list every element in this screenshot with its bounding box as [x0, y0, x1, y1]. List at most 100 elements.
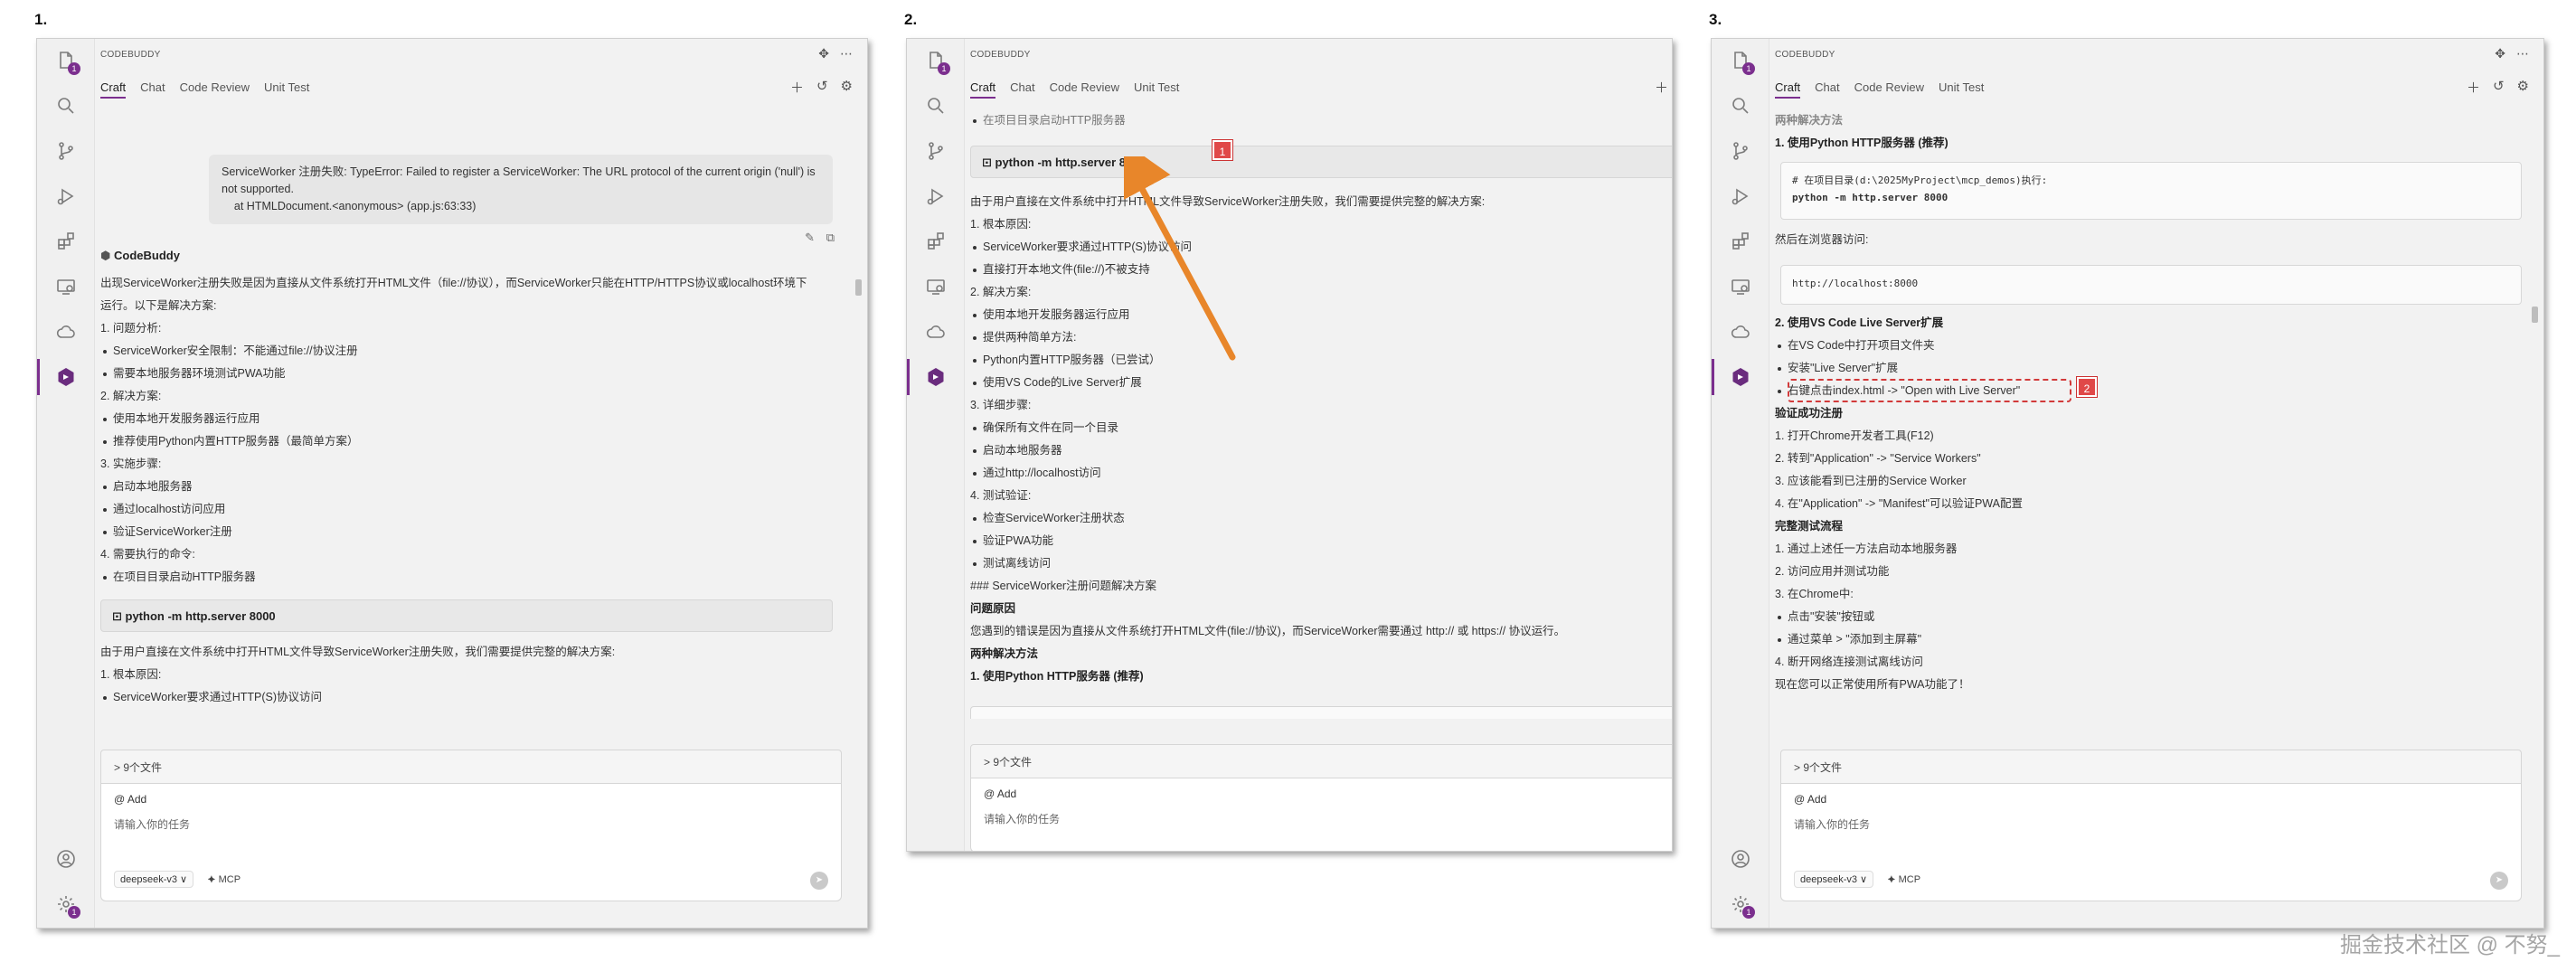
files-icon[interactable]: 1 — [1730, 50, 1755, 75]
cloud-icon[interactable] — [55, 321, 77, 343]
codebuddy-icon[interactable] — [925, 366, 947, 388]
mcp-button[interactable]: ⯌ MCP — [208, 874, 241, 886]
files-bar[interactable]: > 9个文件 — [1780, 750, 2522, 784]
pin-icon[interactable]: ✥ — [818, 46, 829, 61]
source-control-icon[interactable] — [55, 140, 77, 162]
mcp-button[interactable]: ⯌ MCP — [1888, 874, 1920, 886]
task-input-placeholder[interactable]: 请输入你的任务 — [114, 816, 190, 832]
extensions-icon[interactable] — [55, 231, 77, 252]
model-selector[interactable]: deepseek-v3 ∨ — [114, 871, 194, 888]
run-debug-icon[interactable] — [55, 185, 77, 207]
search-icon[interactable] — [925, 95, 947, 117]
new-chat-icon[interactable]: ＋ — [2467, 78, 2480, 97]
add-context-button[interactable]: @ Add — [1794, 793, 1826, 806]
command-block[interactable]: ⊡ python -m http.server 8000 — [100, 599, 833, 632]
user-message-line: ServiceWorker 注册失败: TypeError: Failed to… — [222, 165, 816, 178]
remote-icon[interactable] — [55, 276, 77, 297]
remote-icon[interactable] — [1730, 276, 1751, 297]
code-line: python -m http.server 8000 — [1792, 192, 1949, 203]
search-icon[interactable] — [1730, 95, 1751, 117]
tab-craft[interactable]: Craft — [1775, 80, 1801, 99]
list-item: ServiceWorker要求通过HTTP(S)协议访问 — [100, 686, 860, 709]
tab-code-review[interactable]: Code Review — [1050, 80, 1119, 99]
new-chat-icon[interactable]: ＋ — [1655, 78, 1668, 97]
run-debug-icon[interactable] — [1730, 185, 1751, 207]
extensions-icon[interactable] — [925, 231, 947, 252]
list-item: 通过菜单 > "添加到主屏幕" — [1775, 628, 2534, 651]
settings-icon[interactable]: ⚙ — [2517, 78, 2529, 97]
tab-code-review[interactable]: Code Review — [180, 80, 250, 99]
notification-badge: 1 — [1742, 906, 1755, 919]
screenshot-panel-1: 11 CODEBUDDY ✥ ⋯ Craft Chat Code Review Uni… — [36, 38, 868, 929]
tab-craft[interactable]: Craft — [970, 80, 996, 99]
copy-icon[interactable]: ⧉ — [826, 231, 835, 245]
codebuddy-icon[interactable] — [1730, 366, 1751, 388]
account-icon[interactable] — [1730, 848, 1751, 870]
cloud-icon[interactable] — [925, 321, 947, 343]
tab-chat[interactable]: Chat — [140, 80, 165, 99]
pin-icon[interactable]: ✥ — [2495, 46, 2505, 61]
extensions-icon[interactable] — [1730, 231, 1751, 252]
history-icon[interactable]: ↺ — [2493, 78, 2505, 97]
send-button[interactable]: ➤ — [810, 872, 828, 890]
list-item: 3. 在Chrome中: — [1775, 588, 1854, 600]
brand-title: CODEBUDDY — [970, 50, 1031, 60]
brand-title: CODEBUDDY — [1775, 50, 1835, 60]
settings-icon[interactable]: 1 — [1730, 893, 1755, 919]
codebuddy-icon[interactable] — [55, 366, 77, 388]
settings-icon[interactable]: ⚙ — [841, 78, 853, 97]
tab-chat[interactable]: Chat — [1815, 80, 1839, 99]
settings-icon[interactable]: 1 — [55, 893, 80, 919]
files-bar[interactable]: > 9个文件 — [970, 744, 1672, 778]
source-control-icon[interactable] — [1730, 140, 1751, 162]
more-icon[interactable]: ⋯ — [2516, 46, 2529, 61]
tab-code-review[interactable]: Code Review — [1854, 80, 1924, 99]
list-item: 3. 实施步骤: — [100, 457, 162, 470]
scrollbar-thumb[interactable] — [855, 279, 862, 296]
run-debug-icon[interactable] — [925, 185, 947, 207]
search-icon[interactable] — [55, 95, 77, 117]
tab-chat[interactable]: Chat — [1010, 80, 1034, 99]
source-control-icon[interactable] — [925, 140, 947, 162]
task-input-placeholder[interactable]: 请输入你的任务 — [1794, 816, 1870, 832]
section-heading: 完整测试流程 — [1775, 520, 1844, 533]
add-context-button[interactable]: @ Add — [984, 788, 1016, 800]
code-block-url: http://localhost:8000 — [1780, 265, 2522, 305]
screenshot-panel-3: 1 1 CODEBUDDY ✥ ⋯ Craft Chat Code Review Uni… — [1711, 38, 2544, 929]
tab-craft[interactable]: Craft — [100, 80, 127, 99]
new-chat-icon[interactable]: ＋ — [790, 78, 804, 97]
list-item: ServiceWorker要求通过HTTP(S)协议访问 — [970, 236, 1672, 259]
code-line: http://localhost:8000 — [1792, 278, 1919, 289]
model-selector[interactable]: deepseek-v3 ∨ — [1794, 871, 1874, 888]
activity-bar: 11 — [37, 39, 95, 928]
tab-unit-test[interactable]: Unit Test — [1939, 80, 1984, 99]
files-bar[interactable]: > 9个文件 — [100, 750, 842, 784]
history-icon[interactable]: ↺ — [816, 78, 828, 97]
section-heading: 两种解决方法 — [970, 647, 1039, 660]
arrow-line — [1124, 156, 1236, 361]
tab-unit-test[interactable]: Unit Test — [264, 80, 309, 99]
more-icon[interactable]: ⋯ — [840, 46, 853, 61]
send-button[interactable]: ➤ — [2490, 872, 2508, 890]
task-input-area[interactable]: @ Add 请输入你的任务 deepseek-v3 ∨ ⯌ MCP ➤ — [1780, 784, 2522, 901]
list-item: 3. 应该能看到已注册的Service Worker — [1775, 475, 1967, 487]
scrollbar-thumb[interactable] — [2532, 307, 2538, 323]
remote-icon[interactable] — [925, 276, 947, 297]
task-input-area[interactable]: @ Add 请输入你的任务 deepseek-v3 ∨ ⯌ MCP ➤ — [100, 784, 842, 901]
list-item: 在VS Code中打开项目文件夹 — [1775, 335, 2534, 357]
list-item: ### ServiceWorker注册问题解决方案 — [970, 580, 1157, 592]
tab-unit-test[interactable]: Unit Test — [1134, 80, 1179, 99]
add-context-button[interactable]: @ Add — [114, 793, 146, 806]
intro-line: 出现ServiceWorker注册失败是因为直接从文件系统打开HTML文件（fi… — [100, 277, 807, 289]
task-input-area[interactable]: @ Add 请输入你的任务 — [970, 778, 1672, 851]
section-heading: 验证成功注册 — [1775, 407, 1844, 420]
files-icon[interactable]: 1 — [55, 50, 80, 75]
account-icon[interactable] — [55, 848, 77, 870]
assistant-response-continued: 由于用户直接在文件系统中打开HTML文件导致ServiceWorker注册失败，… — [100, 641, 860, 709]
cloud-icon[interactable] — [1730, 321, 1751, 343]
top-right-icons: ✥ ⋯ — [818, 46, 853, 61]
task-input-placeholder[interactable]: 请输入你的任务 — [984, 811, 1060, 826]
edit-icon[interactable]: ✎ — [805, 231, 815, 245]
command-block[interactable]: ⊡ python -m http.server 8000 — [970, 146, 1672, 178]
files-icon[interactable]: 1 — [925, 50, 950, 75]
